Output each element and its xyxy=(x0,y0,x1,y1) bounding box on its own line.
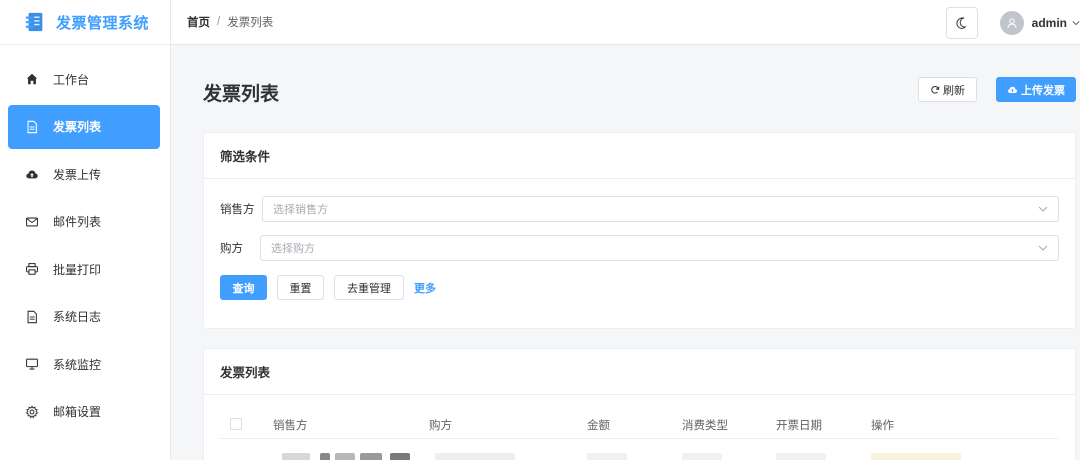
breadcrumb-home[interactable]: 首页 xyxy=(187,14,210,30)
theme-toggle-button[interactable] xyxy=(945,6,978,39)
select-all-checkbox[interactable] xyxy=(230,418,242,430)
mail-icon xyxy=(26,217,38,226)
sidebar-item-invoice-list[interactable]: 发票列表 xyxy=(8,104,160,149)
filter-card: 筛选条件 销售方 选择销售方 购方 选择购方 查询 重置 去重管理 更多 xyxy=(203,132,1076,329)
gear-icon xyxy=(25,404,39,418)
refresh-label: 刷新 xyxy=(943,84,965,97)
page-title: 发票列表 xyxy=(203,84,280,105)
invoice-list-card: 发票列表 销售方 购方 金额 消费类型 开票日期 操作 xyxy=(203,348,1076,460)
log-document-icon xyxy=(27,310,37,323)
sidebar-item-label: 批量打印 xyxy=(53,262,102,277)
redacted-cell xyxy=(682,453,722,460)
table-row xyxy=(220,453,1059,460)
invoice-logo-icon xyxy=(25,12,43,32)
redacted-cell xyxy=(871,453,961,460)
table-header: 销售方 购方 金额 消费类型 开票日期 操作 xyxy=(220,413,1059,439)
more-link[interactable]: 更多 xyxy=(414,275,436,300)
redacted-cell xyxy=(390,453,410,460)
refresh-button[interactable]: 刷新 xyxy=(918,77,977,102)
column-header-seller[interactable]: 销售方 xyxy=(273,417,308,433)
column-header-invoice-date[interactable]: 开票日期 xyxy=(776,417,822,433)
breadcrumb: 首页 / 发票列表 xyxy=(187,14,273,30)
list-card-title: 发票列表 xyxy=(204,349,1075,395)
sidebar-item-workbench[interactable]: 工作台 xyxy=(8,57,160,101)
cloud-upload-icon xyxy=(26,170,38,179)
app-title: 发票管理系统 xyxy=(56,14,150,32)
sidebar-item-mail-list[interactable]: 邮件列表 xyxy=(8,200,160,244)
column-header-consumption-type[interactable]: 消费类型 xyxy=(682,417,728,433)
sidebar-item-label: 邮箱设置 xyxy=(53,405,102,419)
column-header-actions: 操作 xyxy=(871,420,894,432)
printer-icon xyxy=(26,263,38,275)
sidebar-item-label: 发票上传 xyxy=(53,167,102,182)
seller-placeholder: 选择销售方 xyxy=(273,204,328,216)
buyer-select[interactable]: 选择购方 xyxy=(260,235,1059,261)
redacted-cell xyxy=(587,453,627,460)
sidebar-item-label: 工作台 xyxy=(53,72,90,87)
breadcrumb-separator: / xyxy=(217,16,221,28)
chevron-down-icon[interactable] xyxy=(1072,19,1080,27)
sidebar-item-batch-print[interactable]: 批量打印 xyxy=(8,247,160,291)
top-header: 首页 / 发票列表 admin xyxy=(171,0,1080,45)
redacted-cell xyxy=(282,453,310,460)
filter-card-title: 筛选条件 xyxy=(204,133,1075,179)
redacted-cell xyxy=(776,453,826,460)
seller-label: 销售方 xyxy=(220,204,255,216)
upload-invoice-button[interactable]: 上传发票 xyxy=(996,77,1076,102)
sidebar-item-invoice-upload[interactable]: 发票上传 xyxy=(8,152,160,196)
seller-select[interactable]: 选择销售方 xyxy=(262,196,1059,222)
sidebar-item-system-log[interactable]: 系统日志 xyxy=(8,295,160,339)
seller-row: 销售方 选择销售方 xyxy=(220,196,1059,222)
sidebar-item-mailbox-settings[interactable]: 邮箱设置 xyxy=(8,390,160,434)
redacted-cell xyxy=(435,453,515,460)
column-header-buyer[interactable]: 购方 xyxy=(429,417,452,433)
cloud-upload-icon xyxy=(1008,86,1017,93)
breadcrumb-current: 发票列表 xyxy=(227,17,274,29)
sidebar-item-label: 系统日志 xyxy=(53,310,102,324)
redacted-cell xyxy=(320,453,330,460)
sidebar-menu: 工作台 发票列表 发票上传 邮件列表 批量打印 系统日志 系统监控 邮箱设置 xyxy=(0,45,170,434)
upload-label: 上传发票 xyxy=(1021,84,1065,97)
redacted-cell xyxy=(360,453,382,460)
sidebar-item-label: 邮件列表 xyxy=(53,215,102,229)
filter-actions: 查询 重置 去重管理 更多 xyxy=(220,275,446,300)
main-content: 发票列表 刷新 上传发票 筛选条件 销售方 选择销售方 购方 选择购方 查询 重… xyxy=(171,45,1080,460)
chevron-down-icon xyxy=(1038,206,1048,212)
document-icon xyxy=(27,120,37,133)
reset-button[interactable]: 重置 xyxy=(277,275,324,300)
sidebar: 发票管理系统 工作台 发票列表 发票上传 邮件列表 批量打印 系统日志 系统监控… xyxy=(0,0,171,460)
app-logo[interactable]: 发票管理系统 xyxy=(0,0,170,45)
query-button[interactable]: 查询 xyxy=(220,275,267,300)
sidebar-item-label: 系统监控 xyxy=(53,357,102,372)
header-right: admin xyxy=(945,0,1080,45)
username[interactable]: admin xyxy=(1032,16,1067,30)
avatar[interactable] xyxy=(999,10,1024,35)
refresh-icon xyxy=(931,85,940,94)
sidebar-item-system-monitor[interactable]: 系统监控 xyxy=(8,342,160,386)
moon-icon xyxy=(956,16,967,29)
monitor-icon xyxy=(26,358,38,370)
sidebar-item-label: 发票列表 xyxy=(53,120,102,134)
chevron-down-icon xyxy=(1038,245,1048,251)
redacted-cell xyxy=(335,453,355,460)
dedupe-management-button[interactable]: 去重管理 xyxy=(334,275,404,300)
buyer-placeholder: 选择购方 xyxy=(271,243,315,255)
buyer-row: 购方 选择购方 xyxy=(220,235,1059,261)
buyer-label: 购方 xyxy=(220,243,243,255)
column-header-amount[interactable]: 金额 xyxy=(587,417,610,433)
user-icon xyxy=(1007,17,1017,28)
home-icon xyxy=(26,73,38,85)
